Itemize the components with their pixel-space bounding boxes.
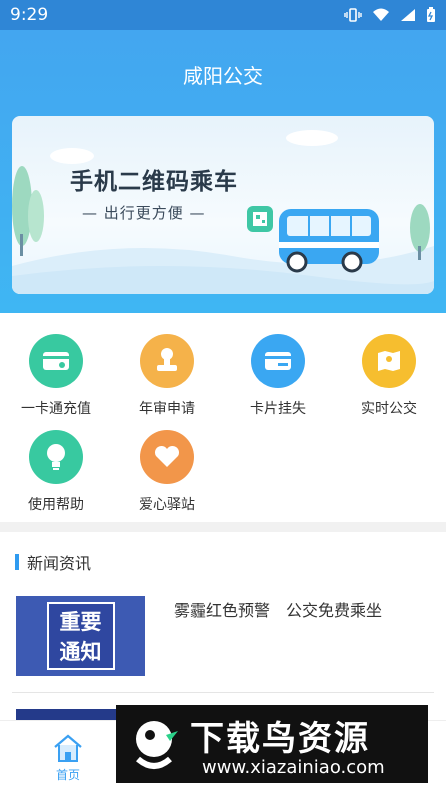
service-label: 卡片挂失 <box>250 401 306 417</box>
tab-home[interactable]: 首页 <box>38 733 98 783</box>
service-label: 使用帮助 <box>28 497 84 513</box>
heart-icon <box>140 430 194 484</box>
status-time: 9:29 <box>10 5 49 25</box>
ad-url: www.xiazainiao.com <box>202 757 385 778</box>
service-label: 年审申请 <box>139 401 195 417</box>
banner-scenery <box>12 130 434 294</box>
status-bar: 9:29 <box>0 0 446 30</box>
wifi-icon <box>373 8 389 21</box>
service-card-recharge[interactable]: 一卡通充值 <box>6 334 106 418</box>
map-icon <box>362 334 416 388</box>
signal-icon <box>401 9 415 21</box>
watermark-ad: 下载鸟资源 www.xiazainiao.com <box>116 705 428 783</box>
news-item[interactable]: 重要 通知 雾霾红色预警 公交免费乘坐 <box>16 596 430 676</box>
service-label: 实时公交 <box>361 401 417 417</box>
news-section-header: 新闻资讯 <box>15 550 91 574</box>
notice-text-line-2: 通知 <box>59 640 102 664</box>
home-icon <box>54 734 82 762</box>
news-section-title: 新闻资讯 <box>27 554 92 573</box>
list-separator <box>12 692 434 693</box>
banner-subtitle: — 出行更方便 — <box>82 204 206 222</box>
card-lost-icon <box>251 334 305 388</box>
promo-banner[interactable]: 手机二维码乘车 — 出行更方便 — <box>12 116 434 294</box>
status-icons <box>344 7 436 23</box>
section-accent-bar <box>15 554 19 570</box>
service-love-station[interactable]: 爱心驿站 <box>117 430 217 514</box>
lightbulb-icon <box>29 430 83 484</box>
notice-text-line-1: 重要 <box>59 610 102 634</box>
banner-headline: 手机二维码乘车 <box>70 169 238 195</box>
service-label: 爱心驿站 <box>139 497 195 513</box>
notice-badge: 重要 通知 <box>46 602 115 670</box>
service-label: 一卡通充值 <box>21 401 91 417</box>
hero-header: 咸阳公交 手机二维码乘车 — 出行更方便 — <box>0 30 446 313</box>
vibrate-icon <box>344 8 362 22</box>
service-annual-review[interactable]: 年审申请 <box>117 334 217 418</box>
section-divider <box>0 522 446 532</box>
tab-home-label: 首页 <box>55 768 80 782</box>
battery-icon <box>427 7 435 22</box>
service-help[interactable]: 使用帮助 <box>6 430 106 514</box>
news-thumbnail: 重要 通知 <box>16 596 145 676</box>
bird-logo-icon <box>136 721 178 769</box>
stamp-icon <box>140 334 194 388</box>
service-realtime-bus[interactable]: 实时公交 <box>339 334 439 418</box>
ad-brand: 下载鸟资源 <box>190 719 370 759</box>
app-title: 咸阳公交 <box>183 64 263 88</box>
news-title: 雾霾红色预警 公交免费乘坐 <box>174 601 383 620</box>
service-card-lost[interactable]: 卡片挂失 <box>228 334 328 418</box>
card-recharge-icon <box>29 334 83 388</box>
